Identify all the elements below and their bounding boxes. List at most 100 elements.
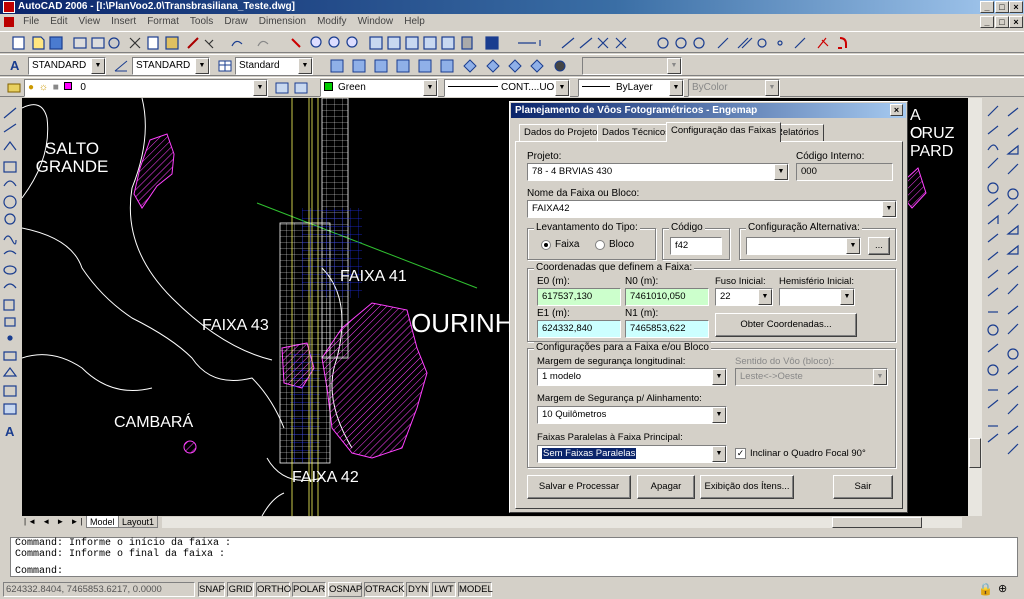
menu-tools[interactable]: Tools — [186, 14, 217, 30]
lineweight-select[interactable]: ByLayer ▼ — [578, 79, 684, 97]
margem-alinhamento-select[interactable]: 10 Quilômetros ▼ — [537, 406, 727, 424]
config-alternativa-select[interactable]: ▼ — [746, 237, 861, 255]
codigo-interno-label: Código Interno: — [796, 151, 865, 162]
label-ourinhos: OURINH — [411, 308, 514, 338]
lwt-toggle[interactable]: LWT — [432, 582, 456, 597]
codigo-group: Código f42 — [662, 222, 730, 260]
config-alternativa-button[interactable]: ... — [868, 237, 890, 255]
document-icon[interactable] — [4, 17, 14, 27]
doc-restore-button[interactable]: □ — [995, 16, 1009, 28]
menu-modify[interactable]: Modify — [313, 14, 350, 30]
doc-minimize-button[interactable]: _ — [980, 16, 994, 28]
sair-button[interactable]: Sair — [833, 475, 893, 499]
flight-planning-dialog: Planejamento de Vôos Fotogramétricos - E… — [509, 101, 908, 513]
drawing-vscrollbar[interactable] — [968, 98, 982, 516]
coordenadas-group: Coordenadas que definem a Faixa: E0 (m):… — [527, 262, 896, 342]
doc-close-button[interactable]: × — [1009, 16, 1023, 28]
tray-icon[interactable]: ⊕ — [998, 582, 1014, 598]
e0-field[interactable]: 617537,130 — [537, 288, 621, 306]
nome-faixa-select[interactable]: FAIXA42 ▼ — [527, 200, 897, 218]
drawing-hscrollbar[interactable] — [162, 517, 962, 528]
faixas-paralelas-select[interactable]: Sem Faixas Paralelas ▼ — [537, 445, 727, 463]
maximize-button[interactable]: □ — [995, 1, 1009, 13]
tab-model[interactable]: Model — [86, 516, 119, 528]
menu-bar: File Edit View Insert Format Tools Draw … — [0, 14, 1024, 30]
make-current-icon[interactable] — [274, 80, 290, 96]
grid-toggle[interactable]: GRID — [227, 582, 254, 597]
salvar-processar-button[interactable]: Salvar e Processar — [527, 475, 631, 499]
layer-select[interactable]: ● ☼ ■ 0 ▼ — [24, 79, 268, 97]
tab-dados-tecnicos[interactable]: Dados Técnicos — [597, 124, 675, 141]
projeto-select[interactable]: 78 - 4 BRVIAS 430 ▼ — [527, 163, 789, 181]
close-button[interactable]: × — [1009, 1, 1023, 13]
dyn-toggle[interactable]: DYN — [406, 582, 430, 597]
e1-field[interactable]: 624332,840 — [537, 320, 621, 338]
lightbulb-icon: ● — [28, 82, 35, 93]
dim-style-select[interactable]: STANDARD ▼ — [132, 57, 210, 75]
menu-format[interactable]: Format — [143, 14, 183, 30]
command-history-line: Command: Informe o início da faixa : — [15, 538, 232, 549]
draw-toolbar-icons[interactable]: A — [0, 98, 20, 439]
view-toolbar-icons[interactable] — [325, 58, 575, 74]
layer-manager-icon[interactable] — [6, 80, 22, 96]
radio-faixa[interactable] — [541, 240, 551, 250]
obter-coordenadas-button[interactable]: Obter Coordenadas... — [715, 313, 857, 337]
label-faixa-42: FAIXA 42 — [292, 469, 359, 486]
hemisferio-label: Hemisfério Inicial: — [779, 276, 854, 287]
lock-icon[interactable]: 🔒 — [978, 582, 994, 598]
polar-toggle[interactable]: POLAR — [292, 582, 326, 597]
table-style-select[interactable]: Standard ▼ — [235, 57, 313, 75]
menu-draw[interactable]: Draw — [220, 14, 251, 30]
codigo-field[interactable]: f42 — [670, 237, 722, 255]
osnap-toggle[interactable]: OSNAP — [328, 582, 362, 597]
inclinar-quadro-label: Inclinar o Quadro Focal 90° — [750, 448, 866, 459]
menu-file[interactable]: File — [19, 14, 43, 30]
dialog-title: Planejamento de Vôos Fotogramétricos - E… — [515, 105, 758, 116]
modify-toolbar-icons[interactable] — [984, 98, 1024, 518]
tab-nav-arrows[interactable]: |◄ ◄ ► ►| — [24, 517, 85, 526]
standard-toolbar — [0, 31, 1024, 53]
model-toggle[interactable]: MODEL — [458, 582, 493, 597]
n1-field[interactable]: 7465853,622 — [625, 320, 709, 338]
ortho-toggle[interactable]: ORTHO — [256, 582, 291, 597]
menu-help[interactable]: Help — [400, 14, 429, 30]
tab-layout1[interactable]: Layout1 — [118, 516, 159, 528]
fuso-select[interactable]: 22 ▼ — [715, 288, 773, 306]
text-style-select[interactable]: STANDARD ▼ — [28, 57, 106, 75]
coordenadas-label: Coordenadas que definem a Faixa: — [534, 262, 695, 273]
text-style-icon: A — [10, 58, 20, 73]
configuracoes-label: Configurações para a Faixa e/ou Bloco — [534, 342, 711, 353]
margem-longitudinal-select[interactable]: 1 modelo ▼ — [537, 368, 727, 386]
inclinar-quadro-checkbox[interactable]: ✓ — [735, 448, 746, 459]
menu-insert[interactable]: Insert — [107, 14, 140, 30]
draw-toolbar: A — [0, 98, 20, 439]
linetype-select[interactable]: CONT....UOUS ▼ — [444, 79, 570, 97]
menu-dimension[interactable]: Dimension — [255, 14, 310, 30]
minimize-button[interactable]: _ — [980, 1, 994, 13]
plotstyle-select: ByColor ▼ — [688, 79, 780, 97]
hemisferio-select[interactable]: ▼ — [779, 288, 855, 306]
apagar-button[interactable]: Apagar — [637, 475, 695, 499]
menu-view[interactable]: View — [75, 14, 105, 30]
command-prompt[interactable]: Command: — [15, 566, 1017, 577]
radio-bloco[interactable] — [595, 240, 605, 250]
command-window[interactable]: Command: Informe o início da faixa : Com… — [10, 537, 1018, 577]
command-history-line: Command: Informe o final da faixa : — [15, 549, 226, 560]
n0-field[interactable]: 7461010,050 — [625, 288, 709, 306]
menu-edit[interactable]: Edit — [46, 14, 71, 30]
dialog-close-button[interactable]: × — [890, 104, 903, 116]
exibicao-itens-button[interactable]: Exibição dos Ítens... — [700, 475, 794, 499]
color-select[interactable]: Green ▼ — [320, 79, 438, 97]
snap-toggle[interactable]: SNAP — [198, 582, 225, 597]
label-faixa-43: FAIXA 43 — [202, 317, 269, 334]
otrack-toggle[interactable]: OTRACK — [364, 582, 405, 597]
tab-dados-projeto[interactable]: Dados do Projeto — [519, 124, 603, 141]
n1-label: N1 (m): — [625, 308, 659, 319]
layers-toolbar: ● ☼ ■ 0 ▼ Green ▼ CONT....UOUS ▼ ByLayer ▼ B… — [0, 77, 1024, 97]
tab-configuracao-faixas[interactable]: Configuração das Faixas — [666, 122, 782, 142]
coordinate-readout: 624332.8404, 7465853.6217, 0.0000 — [3, 582, 195, 597]
menu-window[interactable]: Window — [354, 14, 398, 30]
sentido-voo-label: Sentido do Vôo (bloco): — [735, 356, 835, 367]
layer-previous-icon[interactable] — [293, 80, 309, 96]
standard-toolbar-icons[interactable] — [0, 32, 1024, 54]
